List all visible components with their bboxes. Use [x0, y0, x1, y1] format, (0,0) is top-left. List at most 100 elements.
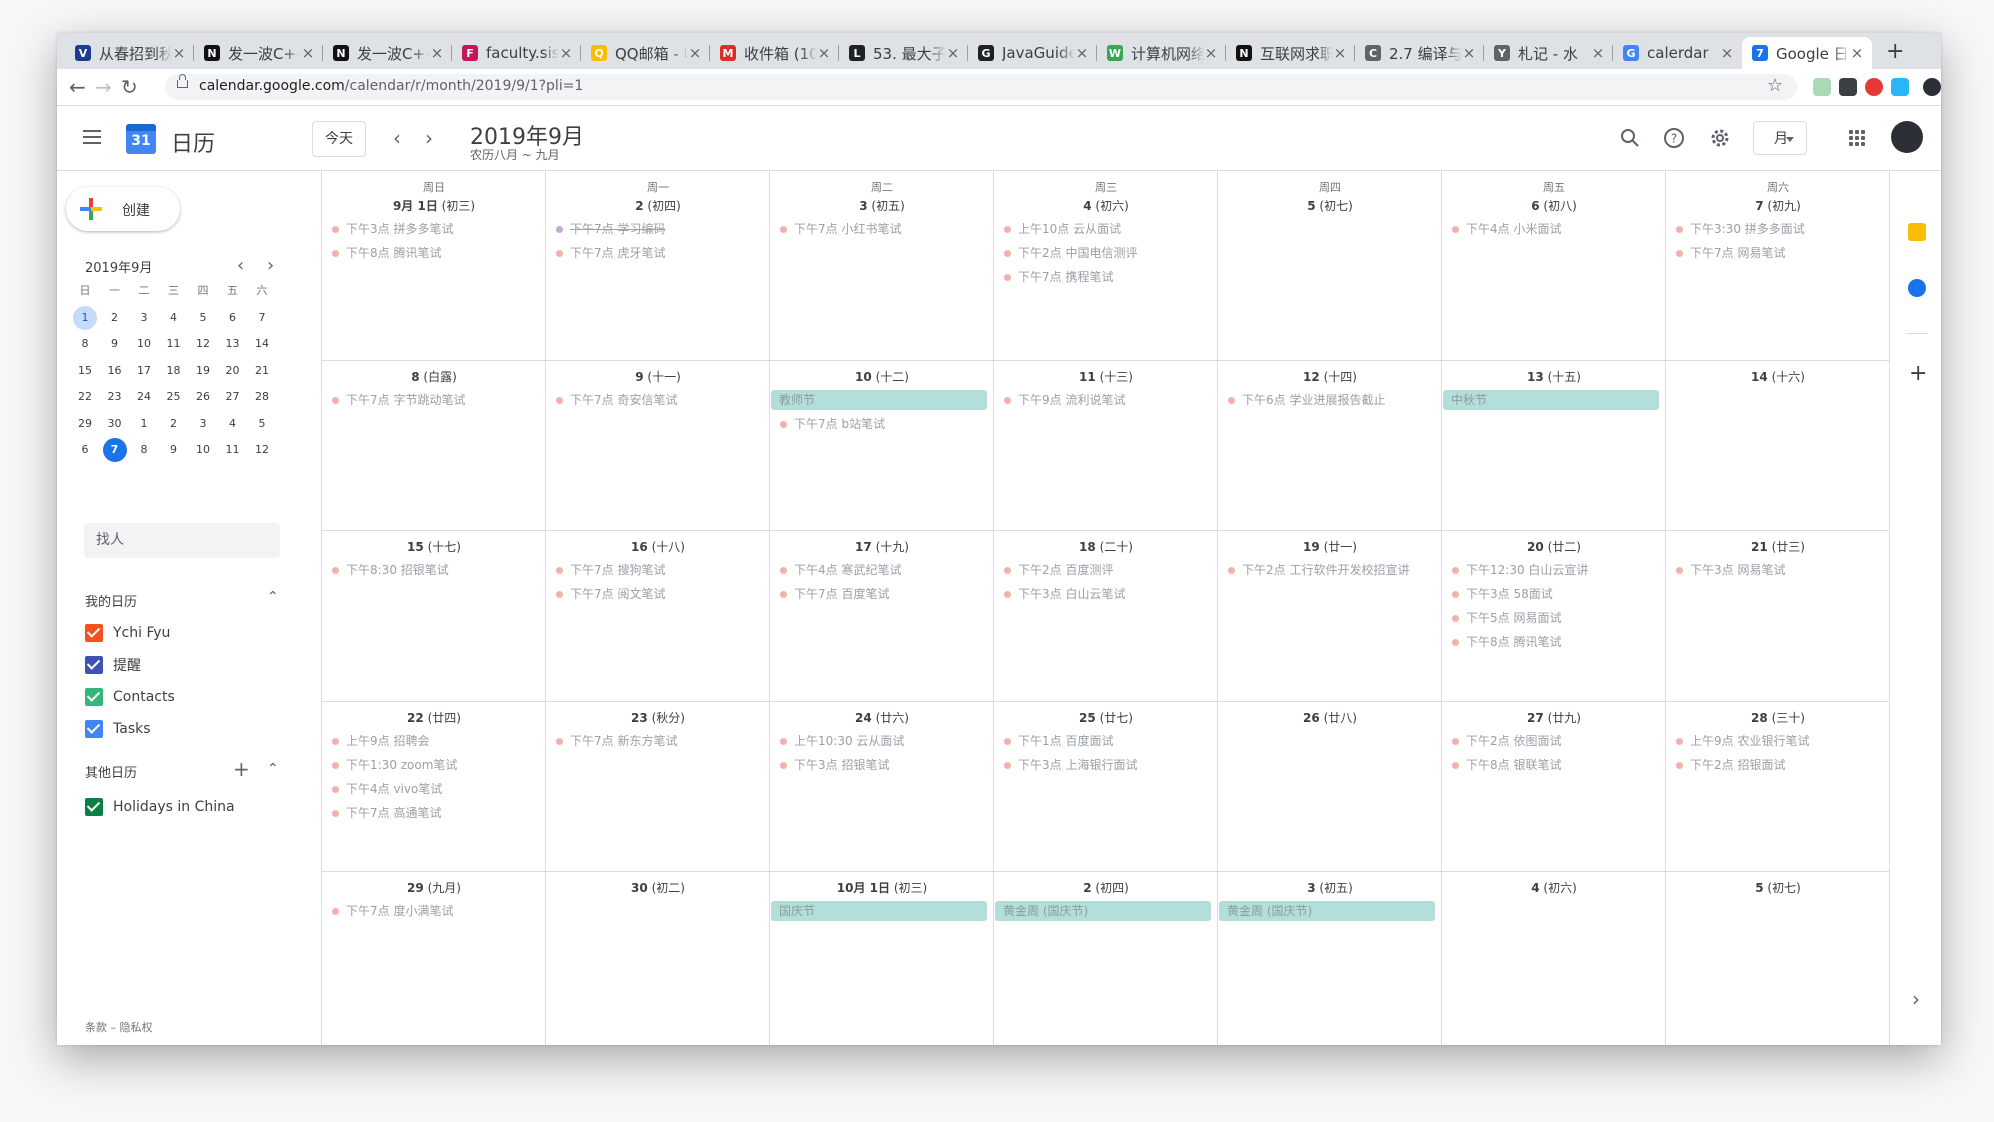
- prev-month-icon[interactable]: ‹: [393, 126, 401, 150]
- browser-tab[interactable]: 7 Google 日 ×: [1742, 37, 1872, 69]
- day-number[interactable]: 8 (白露): [322, 368, 546, 385]
- day-number[interactable]: 9月 1日 (初三): [322, 197, 546, 214]
- calendar-event[interactable]: 下午1点 百度面试: [994, 731, 1212, 751]
- calendar-event[interactable]: 下午7点 阅文笔试: [546, 584, 764, 604]
- mini-day[interactable]: 8: [73, 332, 97, 356]
- day-number[interactable]: 25 (廿七): [994, 709, 1218, 726]
- day-number[interactable]: 15 (十七): [322, 538, 546, 555]
- search-icon[interactable]: [1618, 126, 1642, 150]
- address-bar[interactable]: calendar.google.com/calendar/r/month/201…: [165, 74, 1797, 100]
- mini-day[interactable]: 8: [132, 438, 156, 462]
- day-number[interactable]: 5 (初七): [1666, 879, 1890, 896]
- mini-day[interactable]: 25: [162, 385, 186, 409]
- calendar-event[interactable]: 下午2点 百度测评: [994, 560, 1212, 580]
- mini-day[interactable]: 6: [73, 438, 97, 462]
- browser-tab[interactable]: C 2.7 编译与 ×: [1355, 37, 1484, 69]
- checkbox[interactable]: [85, 688, 103, 706]
- day-number[interactable]: 7 (初九): [1666, 197, 1890, 214]
- mini-day[interactable]: 1: [132, 412, 156, 436]
- calendar-event[interactable]: 下午3点 拼多多笔试: [322, 219, 540, 239]
- mini-day[interactable]: 24: [132, 385, 156, 409]
- calendar-event[interactable]: 下午3点 招银笔试: [770, 755, 988, 775]
- day-number[interactable]: 27 (廿九): [1442, 709, 1666, 726]
- today-button[interactable]: 今天: [312, 121, 366, 157]
- tab-close-icon[interactable]: ×: [688, 44, 702, 62]
- calendar-event[interactable]: 上午10点 云从面试: [994, 219, 1212, 239]
- mini-day[interactable]: 30: [103, 412, 127, 436]
- mini-day[interactable]: 27: [221, 385, 245, 409]
- next-month-icon[interactable]: ›: [425, 126, 433, 150]
- calendar-event[interactable]: 下午7点 高通笔试: [322, 803, 540, 823]
- calendar-list-item[interactable]: Holidays in China: [85, 797, 235, 817]
- tab-close-icon[interactable]: ×: [817, 44, 831, 62]
- browser-tab[interactable]: W 计算机网络 ×: [1097, 37, 1226, 69]
- calendar-list-item[interactable]: 提醒: [85, 655, 141, 675]
- mini-day[interactable]: 22: [73, 385, 97, 409]
- tasks-icon[interactable]: [1908, 279, 1926, 297]
- calendar-event[interactable]: 下午6点 学业进展报告截止: [1218, 390, 1436, 410]
- mini-day[interactable]: 18: [162, 359, 186, 383]
- browser-tab[interactable]: N 发一波C++ ×: [194, 37, 323, 69]
- calendar-event[interactable]: 下午7点 新东方笔试: [546, 731, 764, 751]
- calendar-event[interactable]: 下午9点 流利说笔试: [994, 390, 1212, 410]
- mini-day[interactable]: 15: [73, 359, 97, 383]
- reload-icon[interactable]: ↻: [121, 75, 138, 99]
- view-switcher-dropdown[interactable]: 月: [1753, 121, 1807, 155]
- mini-day[interactable]: 4: [221, 412, 245, 436]
- search-people-input[interactable]: 找人: [84, 523, 280, 558]
- tab-close-icon[interactable]: ×: [1075, 44, 1089, 62]
- account-avatar[interactable]: [1891, 121, 1923, 153]
- checkbox[interactable]: [85, 656, 103, 674]
- day-number[interactable]: 14 (十六): [1666, 368, 1890, 385]
- forward-icon[interactable]: →: [95, 75, 112, 99]
- help-icon[interactable]: ?: [1662, 126, 1686, 150]
- mini-day[interactable]: 9: [162, 438, 186, 462]
- mini-day[interactable]: 5: [191, 306, 215, 330]
- bookmark-star-icon[interactable]: ☆: [1767, 75, 1783, 96]
- day-number[interactable]: 2 (初四): [994, 879, 1218, 896]
- calendar-event[interactable]: 上午9点 农业银行笔试: [1666, 731, 1884, 751]
- mini-day[interactable]: 2: [103, 306, 127, 330]
- add-addon-icon[interactable]: +: [1909, 361, 1927, 386]
- mini-day[interactable]: 11: [162, 332, 186, 356]
- mini-day[interactable]: 28: [250, 385, 274, 409]
- browser-tab[interactable]: Q QQ邮箱 - 收×: [581, 37, 710, 69]
- calendar-event[interactable]: 下午8点 腾讯笔试: [1442, 632, 1660, 652]
- day-number[interactable]: 10月 1日 (初三): [770, 879, 994, 896]
- mini-day[interactable]: 7: [250, 306, 274, 330]
- profile-avatar-icon[interactable]: [1923, 78, 1941, 96]
- calendar-event[interactable]: 上午10:30 云从面试: [770, 731, 988, 751]
- mini-day[interactable]: 4: [162, 306, 186, 330]
- mini-day[interactable]: 5: [250, 412, 274, 436]
- day-number[interactable]: 11 (十三): [994, 368, 1218, 385]
- extension-icon[interactable]: [1813, 78, 1831, 96]
- mini-day[interactable]: 1: [73, 305, 97, 330]
- checkbox[interactable]: [85, 798, 103, 816]
- calendar-event[interactable]: 下午8点 银联笔试: [1442, 755, 1660, 775]
- day-number[interactable]: 28 (三十): [1666, 709, 1890, 726]
- calendar-event[interactable]: 下午8:30 招银笔试: [322, 560, 540, 580]
- opera-extension-icon[interactable]: [1865, 78, 1883, 96]
- browser-tab[interactable]: V 从春招到秋招×: [65, 37, 194, 69]
- calendar-event[interactable]: 下午3:30 拼多多面试: [1666, 219, 1884, 239]
- calendar-event[interactable]: 下午7点 奇安信笔试: [546, 390, 764, 410]
- tab-close-icon[interactable]: ×: [559, 44, 573, 62]
- calendar-list-item[interactable]: Tasks: [85, 719, 151, 739]
- checkbox[interactable]: [85, 624, 103, 642]
- back-icon[interactable]: ←: [69, 75, 86, 99]
- calendar-list-item[interactable]: Ychi Fyu: [85, 623, 170, 643]
- main-menu-icon[interactable]: [83, 130, 101, 144]
- mini-day[interactable]: 16: [103, 359, 127, 383]
- calendar-event[interactable]: 下午2点 中国电信测评: [994, 243, 1212, 263]
- mini-prev-icon[interactable]: ‹: [237, 255, 244, 276]
- calendar-event[interactable]: 下午4点 寒武纪笔试: [770, 560, 988, 580]
- day-number[interactable]: 9 (十一): [546, 368, 770, 385]
- tab-close-icon[interactable]: ×: [1462, 44, 1476, 62]
- day-number[interactable]: 17 (十九): [770, 538, 994, 555]
- mini-day[interactable]: 10: [132, 332, 156, 356]
- calendar-event[interactable]: 下午3点 网易笔试: [1666, 560, 1884, 580]
- day-number[interactable]: 6 (初八): [1442, 197, 1666, 214]
- browser-tab[interactable]: Y 札记 - 水 ×: [1484, 37, 1613, 69]
- calendar-event[interactable]: 下午2点 工行软件开发校招宣讲: [1218, 560, 1436, 580]
- all-day-event[interactable]: 中秋节: [1443, 390, 1659, 410]
